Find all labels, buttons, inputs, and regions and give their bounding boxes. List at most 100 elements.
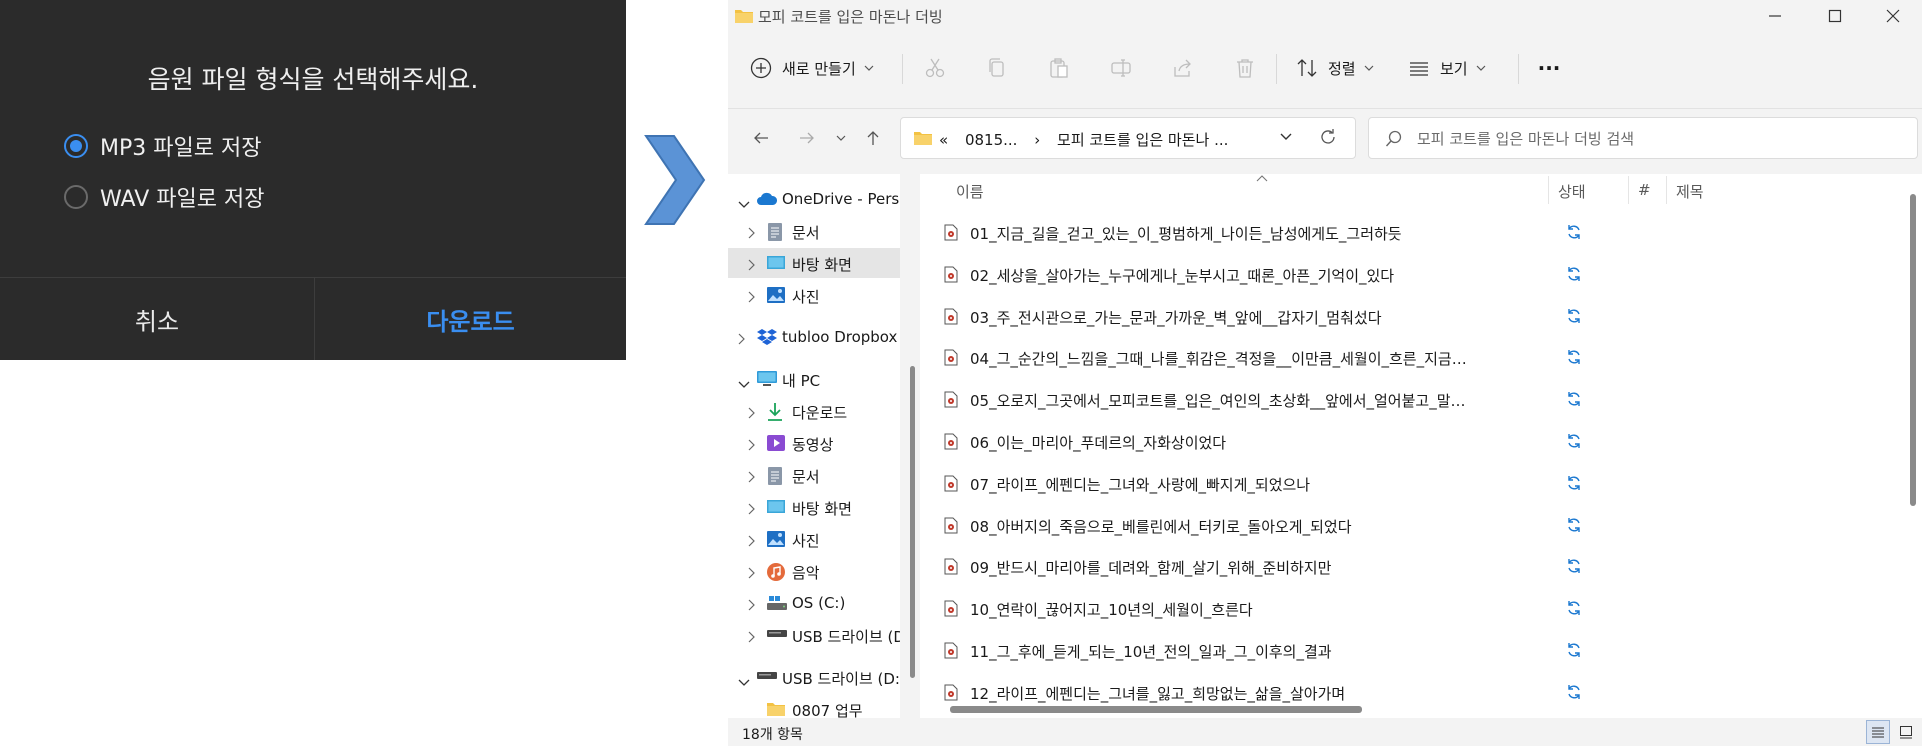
chevron-right-icon[interactable] [748,437,756,455]
nav-item[interactable]: tubloo Dropbox [728,322,902,352]
content-horizontal-scrollbar-thumb[interactable] [950,706,1362,713]
breadcrumb-item-parent[interactable]: 0815... [965,131,1017,149]
table-row[interactable]: 10_연락이_끊어지고_10년의_세월이_흐른다 [920,588,1920,628]
tiles-view-button[interactable] [1894,720,1918,744]
rename-button[interactable] [1110,48,1132,88]
nav-item[interactable]: 바탕 화면 [728,248,902,278]
chevron-right-icon[interactable] [748,469,756,487]
chevron-down-icon[interactable] [1279,130,1293,144]
nav-scrollbar-thumb[interactable] [910,366,915,678]
chevron-down-icon[interactable] [738,673,750,691]
table-row[interactable]: 08_아버지의_죽음으로_베를린에서_터키로_돌아오게_되었다 [920,505,1920,545]
address-bar[interactable]: « 0815... › 모피 코트를 입은 마돈나 ... [900,117,1356,159]
nav-item[interactable]: 0807 업무 [728,694,902,718]
nav-item[interactable]: 다운로드 [728,396,902,426]
table-row[interactable]: 04_그_순간의_느낌을_그때_나를_휘감은_격정을__이만큼_세월이_흐른_지… [920,337,1920,377]
window-title: 모피 코트를 입은 마돈나 더빙 [758,8,943,26]
nav-item-label: 문서 [792,468,820,486]
paste-button[interactable] [1048,48,1070,88]
column-divider[interactable] [1548,176,1549,204]
nav-item[interactable]: OneDrive - Perso [728,184,902,214]
trash-icon [1237,59,1253,78]
table-row[interactable]: 01_지금_길을_걷고_있는_이_평범하게_나이든_남성에게도_그러하듯 [920,212,1920,252]
maximize-button[interactable] [1806,0,1864,32]
table-row[interactable]: 06_이는_마리아_푸데르의_자화상이었다 [920,421,1920,461]
column-header-name[interactable]: 이름 [956,181,984,202]
desktop-icon [766,254,786,276]
nav-item[interactable]: 바탕 화면 [728,492,902,522]
forward-button[interactable] [792,123,822,153]
chevron-right-icon[interactable] [738,331,746,349]
sort-button[interactable]: 정렬 [1296,48,1374,88]
nav-item[interactable]: 사진 [728,280,902,310]
chevron-down-icon[interactable] [738,375,750,393]
table-row[interactable]: 11_그_후에_듣게_되는_10년_전의_일과_그_이후의_결과 [920,630,1920,670]
breadcrumb-item-current[interactable]: 모피 코트를 입은 마돈나 ... [1057,131,1228,149]
refresh-icon[interactable] [1319,128,1337,146]
nav-item-label: OS (C:) [792,594,846,612]
breadcrumb-overflow[interactable]: « [939,131,948,149]
table-row[interactable]: 09_반드시_마리아를_데려와_함께_살기_위해_준비하지만 [920,546,1920,586]
radio-unselected-icon[interactable] [64,185,88,209]
breadcrumb-separator[interactable]: › [1034,131,1040,149]
nav-item[interactable]: OS (C:) [728,588,902,618]
nav-item[interactable]: USB 드라이브 (D [728,620,902,650]
list-view-icon [1410,62,1428,76]
column-header-number[interactable]: # [1638,181,1651,199]
table-row[interactable]: 03_주_전시관으로_가는_문과_가까운_벽_앞에__갑자기_멈춰섰다 [920,296,1920,336]
new-button[interactable]: 새로 만들기 [750,48,874,88]
copy-button[interactable] [986,48,1008,88]
column-divider[interactable] [1666,176,1667,204]
file-list: 이름 상태 # 제목 01_지금_길을_걷고_있는_이_평범하게_나이든_남성에… [920,174,1922,718]
cut-button[interactable] [924,48,946,88]
usb-drive-icon [756,668,778,686]
download-button[interactable]: 다운로드 [315,278,626,360]
share-button[interactable] [1172,48,1194,88]
chevron-right-icon[interactable] [748,597,756,615]
chevron-right-icon[interactable] [748,629,756,647]
file-name: 04_그_순간의_느낌을_그때_나를_휘감은_격정을__이만큼_세월이_흐른_지… [970,350,1470,369]
nav-item[interactable]: 내 PC [728,364,902,394]
column-header-status[interactable]: 상태 [1558,181,1586,202]
chevron-right-icon[interactable] [748,225,756,243]
nav-item[interactable]: USB 드라이브 (D: [728,662,902,692]
chevron-right-icon[interactable] [748,405,756,423]
table-row[interactable]: 07_라이프_에펜디는_그녀와_사랑에_빠지게_되었으나 [920,463,1920,503]
chevron-right-icon[interactable] [748,533,756,551]
column-divider[interactable] [1628,176,1629,204]
chevron-right-icon[interactable] [748,501,756,519]
close-button[interactable] [1864,0,1922,32]
nav-item[interactable]: 동영상 [728,428,902,458]
audio-file-icon [944,475,958,496]
table-row[interactable]: 05_오로지_그곳에서_모피코트를_입은_여인의_초상화__앞에서_얼어붙고_말… [920,379,1920,419]
chevron-right-icon[interactable] [748,257,756,275]
sync-pending-icon [1566,433,1582,453]
option-wav[interactable]: WAV 파일로 저장 [64,181,264,213]
up-button[interactable] [858,123,888,153]
chevron-right-icon[interactable] [748,289,756,307]
delete-button[interactable] [1234,48,1256,88]
nav-item[interactable]: 문서 [728,216,902,246]
nav-item[interactable]: 문서 [728,460,902,490]
nav-scrollbar-track[interactable] [900,174,908,718]
search-input[interactable] [1417,128,1897,150]
column-header-title[interactable]: 제목 [1676,181,1704,202]
option-mp3[interactable]: MP3 파일로 저장 [64,130,261,162]
nav-item[interactable]: 사진 [728,524,902,554]
back-button[interactable] [746,123,776,153]
nav-item[interactable]: 음악 [728,556,902,586]
search-box[interactable] [1368,117,1918,159]
recent-locations-button[interactable] [826,123,856,153]
radio-selected-icon[interactable] [64,134,88,158]
file-name: 09_반드시_마리아를_데려와_함께_살기_위해_준비하지만 [970,559,1332,578]
content-vertical-scrollbar-thumb[interactable] [1910,194,1916,506]
minimize-button[interactable] [1746,0,1804,32]
view-button[interactable]: 보기 [1408,48,1486,88]
chevron-down-icon[interactable] [738,195,750,213]
toolbar-separator [902,54,903,84]
more-options-button[interactable]: ··· [1526,48,1572,88]
cancel-button[interactable]: 취소 [0,278,314,360]
chevron-right-icon[interactable] [748,565,756,583]
details-view-button[interactable] [1866,720,1890,744]
table-row[interactable]: 02_세상을_살아가는_누구에게나_눈부시고_때론_아픈_기억이_있다 [920,254,1920,294]
